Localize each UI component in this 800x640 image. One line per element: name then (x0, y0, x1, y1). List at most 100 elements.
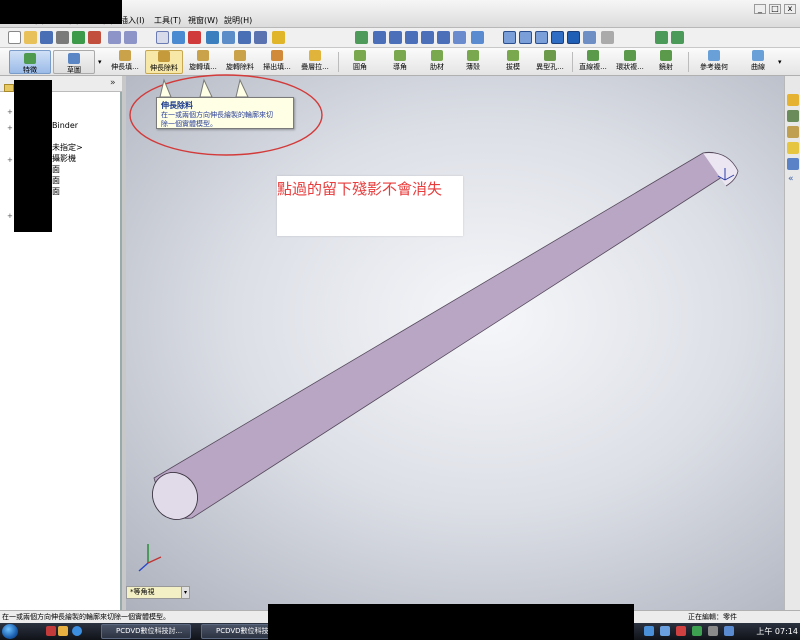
tray-icon[interactable] (692, 626, 702, 636)
undo-icon[interactable] (108, 31, 121, 44)
render-icon[interactable] (671, 31, 684, 44)
file-explorer-icon[interactable] (787, 126, 799, 138)
separator (572, 52, 573, 72)
draft-button[interactable]: 拔模 (500, 50, 526, 74)
save-icon[interactable] (40, 31, 53, 44)
print-icon[interactable] (56, 31, 69, 44)
menu-tools[interactable]: 工具(T) (154, 15, 181, 26)
expand-pane-icon[interactable]: « (788, 174, 794, 184)
hidden-lines-removed-icon[interactable] (535, 31, 548, 44)
section-view-icon[interactable] (471, 31, 484, 44)
shell-icon (467, 50, 479, 61)
extruded-cut-button[interactable]: 伸長除料 (145, 50, 183, 74)
search-icon[interactable] (787, 142, 799, 154)
home-icon[interactable] (787, 94, 799, 106)
taskbar-button[interactable]: PCDVD數位科技... (201, 624, 273, 639)
wireframe-icon[interactable] (503, 31, 516, 44)
perspective-icon[interactable] (601, 31, 614, 44)
help-icon[interactable] (272, 31, 285, 44)
extruded-boss-button[interactable]: 伸長填... (106, 50, 144, 74)
chamfer-button[interactable]: 導角 (385, 50, 415, 74)
swept-boss-button[interactable]: 掃出填... (259, 50, 295, 74)
appearance-icon[interactable] (222, 31, 235, 44)
curves-button[interactable]: 曲線 (744, 50, 772, 74)
smart-dimension-icon[interactable] (188, 31, 201, 44)
open-icon[interactable] (24, 31, 37, 44)
tree-item-camera[interactable]: 攝影機 (52, 153, 76, 164)
quicklaunch-icon[interactable] (46, 626, 56, 636)
draft-label: 拔模 (506, 63, 520, 71)
layers-icon[interactable] (238, 31, 251, 44)
appearances-icon[interactable] (787, 158, 799, 170)
chevron-down-icon[interactable]: ▾ (181, 586, 190, 599)
quicklaunch-icon[interactable] (58, 626, 68, 636)
rib-button[interactable]: 肋材 (424, 50, 450, 74)
tab-sketch[interactable]: 草圖 (53, 50, 95, 74)
zoom-area-icon[interactable] (389, 31, 402, 44)
redo-icon[interactable] (124, 31, 137, 44)
start-button[interactable] (2, 624, 18, 639)
close-button[interactable]: x (784, 4, 796, 14)
volume-icon[interactable] (708, 626, 718, 636)
network-icon[interactable] (724, 626, 734, 636)
grid-icon[interactable] (206, 31, 219, 44)
tree-expander[interactable]: + (7, 124, 13, 132)
mirror-button[interactable]: 鏡射 (653, 50, 679, 74)
previous-view-icon[interactable] (355, 31, 368, 44)
hole-wizard-button[interactable]: 異型孔... (530, 50, 570, 74)
tree-item-plane-right[interactable]: 面 (52, 186, 60, 197)
hidden-lines-visible-icon[interactable] (519, 31, 532, 44)
tree-item-binder[interactable]: Binder (52, 121, 78, 130)
tray-icon[interactable] (676, 626, 686, 636)
menu-window[interactable]: 視窗(W) (188, 15, 218, 26)
library-icon[interactable] (787, 110, 799, 122)
tree-expander[interactable]: + (7, 156, 13, 164)
shell-button[interactable]: 薄殼 (460, 50, 486, 74)
taskbar-button[interactable]: PCDVD數位科技討... (101, 624, 191, 639)
view-orientation-icon[interactable] (453, 31, 466, 44)
pan-icon[interactable] (437, 31, 450, 44)
tabs-dropdown-icon[interactable]: ▾ (98, 58, 102, 66)
maximize-button[interactable]: □ (769, 4, 781, 14)
zoom-fit-icon[interactable] (373, 31, 386, 44)
shadows-icon[interactable] (583, 31, 596, 44)
minimize-button[interactable]: _ (754, 4, 766, 14)
curves-dropdown-icon[interactable]: ▾ (778, 58, 782, 66)
status-mode: 正在編輯：零件 (688, 613, 737, 621)
tree-item-material[interactable]: 未指定> (52, 142, 83, 153)
lofted-boss-button[interactable]: 疊層拉... (297, 50, 333, 74)
new-icon[interactable] (8, 31, 21, 44)
view-orientation-select[interactable]: *等角視 (126, 586, 188, 599)
revolved-boss-button[interactable]: 旋轉填... (185, 50, 221, 74)
photoworks-icon[interactable] (655, 31, 668, 44)
shaded-icon[interactable] (567, 31, 580, 44)
tree-expander[interactable]: + (7, 212, 13, 220)
select-icon[interactable] (156, 31, 169, 44)
display-icon[interactable] (254, 31, 267, 44)
menu-insert[interactable]: 插入(I) (120, 15, 145, 26)
rotate-icon[interactable] (421, 31, 434, 44)
graphics-area[interactable] (126, 76, 784, 610)
tray-icon[interactable] (644, 626, 654, 636)
tree-item-plane-top[interactable]: 面 (52, 175, 60, 186)
browser-icon[interactable] (72, 626, 82, 636)
clock[interactable]: 上午 07:14 (752, 624, 798, 639)
fillet-button[interactable]: 圓角 (345, 50, 375, 74)
tray-icon[interactable] (660, 626, 670, 636)
shaded-edges-icon[interactable] (551, 31, 564, 44)
options-icon[interactable] (88, 31, 101, 44)
tab-features[interactable]: 特徵 (9, 50, 51, 74)
revolved-cut-button[interactable]: 旋轉除料 (222, 50, 258, 74)
circular-pattern-button[interactable]: 環狀複... (612, 50, 648, 74)
tab-features-label: 特徵 (23, 66, 37, 74)
sketch-icon[interactable] (172, 31, 185, 44)
tree-expander[interactable]: + (7, 108, 13, 116)
menu-help[interactable]: 說明(H) (224, 15, 252, 26)
tree-item-plane-front[interactable]: 面 (52, 164, 60, 175)
reference-geometry-button[interactable]: 參考幾何 (694, 50, 734, 74)
collapse-panel-icon[interactable]: » (110, 78, 116, 88)
separator (688, 52, 689, 72)
linear-pattern-button[interactable]: 直線複... (575, 50, 611, 74)
rebuild-icon[interactable] (72, 31, 85, 44)
zoom-in-out-icon[interactable] (405, 31, 418, 44)
